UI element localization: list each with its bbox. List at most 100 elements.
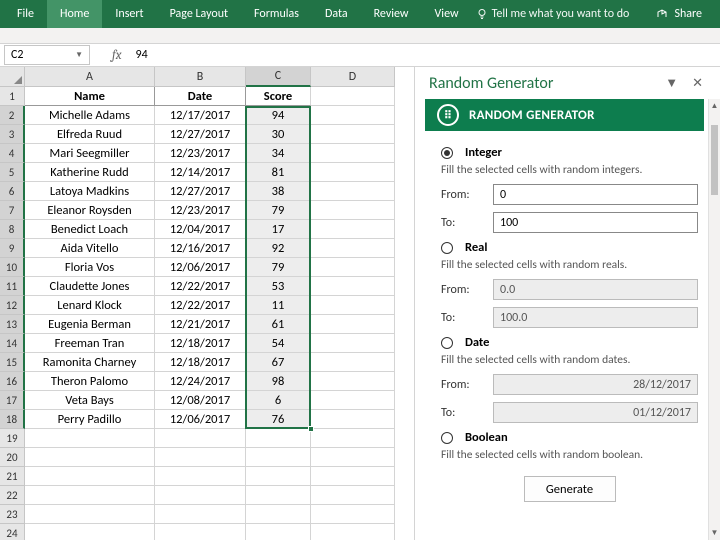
cell[interactable] <box>155 524 246 540</box>
tab-data[interactable]: Data <box>312 0 361 28</box>
cell[interactable]: Score <box>246 87 311 106</box>
cell[interactable] <box>311 87 395 106</box>
tab-insert[interactable]: Insert <box>102 0 156 28</box>
cell[interactable] <box>311 315 395 334</box>
worksheet[interactable]: A B C D 1NameDateScore 2Michelle Adams12… <box>0 67 415 540</box>
cell[interactable]: 76 <box>246 410 311 429</box>
cell[interactable]: 12/18/2017 <box>155 334 246 353</box>
tab-view[interactable]: View <box>422 0 472 28</box>
cell[interactable]: 12/27/2017 <box>155 182 246 201</box>
row-header[interactable]: 16 <box>0 372 25 391</box>
scroll-up-icon[interactable]: ▲ <box>709 99 720 113</box>
cell[interactable] <box>25 524 155 540</box>
cell[interactable] <box>25 467 155 486</box>
row-header[interactable]: 15 <box>0 353 25 372</box>
cell[interactable] <box>155 505 246 524</box>
row-header[interactable]: 10 <box>0 258 25 277</box>
cell[interactable] <box>246 429 311 448</box>
cell[interactable] <box>25 505 155 524</box>
cell[interactable]: Ramonita Charney <box>25 353 155 372</box>
real-from-input[interactable] <box>493 279 698 300</box>
tab-file[interactable]: File <box>4 0 47 28</box>
cell[interactable]: 34 <box>246 144 311 163</box>
cell[interactable]: 11 <box>246 296 311 315</box>
cell[interactable] <box>311 353 395 372</box>
cell[interactable]: 81 <box>246 163 311 182</box>
cell[interactable]: Katherine Rudd <box>25 163 155 182</box>
cell[interactable] <box>311 277 395 296</box>
int-from-input[interactable] <box>493 184 698 205</box>
cell[interactable] <box>311 486 395 505</box>
cell[interactable] <box>155 429 246 448</box>
cell[interactable]: 61 <box>246 315 311 334</box>
cell[interactable] <box>311 429 395 448</box>
cell[interactable]: 12/27/2017 <box>155 125 246 144</box>
close-icon[interactable]: ✕ <box>685 76 710 91</box>
select-all-cell[interactable] <box>0 67 25 87</box>
cell[interactable] <box>311 144 395 163</box>
row-header[interactable]: 8 <box>0 220 25 239</box>
cell[interactable] <box>25 486 155 505</box>
row-header[interactable]: 18 <box>0 410 25 429</box>
cell[interactable]: 12/06/2017 <box>155 258 246 277</box>
cell[interactable]: 12/06/2017 <box>155 410 246 429</box>
cell[interactable]: Benedict Loach <box>25 220 155 239</box>
cell[interactable] <box>311 201 395 220</box>
cell[interactable]: Eugenia Berman <box>25 315 155 334</box>
cell[interactable] <box>311 125 395 144</box>
cell[interactable]: 12/14/2017 <box>155 163 246 182</box>
cell[interactable] <box>246 505 311 524</box>
cell[interactable] <box>311 505 395 524</box>
cell[interactable]: Floria Vos <box>25 258 155 277</box>
cell[interactable]: 12/17/2017 <box>155 106 246 125</box>
cell[interactable]: 12/23/2017 <box>155 201 246 220</box>
row-header[interactable]: 4 <box>0 144 25 163</box>
radio-integer[interactable] <box>441 147 453 159</box>
cell[interactable] <box>155 448 246 467</box>
cell[interactable] <box>25 448 155 467</box>
share-button[interactable]: Share <box>642 7 716 21</box>
cell[interactable]: 12/24/2017 <box>155 372 246 391</box>
cell[interactable]: 53 <box>246 277 311 296</box>
cell[interactable]: 17 <box>246 220 311 239</box>
cell[interactable]: Eleanor Roysden <box>25 201 155 220</box>
name-box[interactable]: C2 ▼ <box>4 45 90 65</box>
cell[interactable] <box>311 258 395 277</box>
cell[interactable]: 12/18/2017 <box>155 353 246 372</box>
cell[interactable]: Theron Palomo <box>25 372 155 391</box>
cell[interactable] <box>311 334 395 353</box>
cell[interactable]: 92 <box>246 239 311 258</box>
cell[interactable]: 12/08/2017 <box>155 391 246 410</box>
cell[interactable]: Claudette Jones <box>25 277 155 296</box>
cell[interactable]: Aida Vitello <box>25 239 155 258</box>
radio-real[interactable] <box>441 242 453 254</box>
cell[interactable] <box>246 524 311 540</box>
cell[interactable]: 12/23/2017 <box>155 144 246 163</box>
cell[interactable]: 12/22/2017 <box>155 296 246 315</box>
radio-date[interactable] <box>441 337 453 349</box>
cell[interactable]: Perry Padillo <box>25 410 155 429</box>
cell[interactable]: 98 <box>246 372 311 391</box>
cell[interactable] <box>311 524 395 540</box>
row-header[interactable]: 19 <box>0 429 25 448</box>
cell[interactable]: Date <box>155 87 246 106</box>
col-header-a[interactable]: A <box>25 67 155 87</box>
cell[interactable] <box>311 372 395 391</box>
panel-scrollbar[interactable]: ▲ ▼ <box>708 99 720 540</box>
row-header[interactable]: 14 <box>0 334 25 353</box>
generate-button[interactable]: Generate <box>524 476 616 502</box>
cell[interactable]: Veta Bays <box>25 391 155 410</box>
fx-icon[interactable]: fx <box>112 48 122 63</box>
cell[interactable] <box>311 410 395 429</box>
cell[interactable]: 30 <box>246 125 311 144</box>
cell[interactable]: 38 <box>246 182 311 201</box>
tell-me[interactable]: Tell me what you want to do <box>476 7 630 21</box>
tab-review[interactable]: Review <box>361 0 422 28</box>
cell[interactable] <box>246 467 311 486</box>
row-header[interactable]: 24 <box>0 524 25 540</box>
col-header-b[interactable]: B <box>155 67 246 87</box>
cell[interactable] <box>311 391 395 410</box>
cell[interactable]: Latoya Madkins <box>25 182 155 201</box>
row-header[interactable]: 17 <box>0 391 25 410</box>
formula-value[interactable]: 94 <box>132 48 720 62</box>
